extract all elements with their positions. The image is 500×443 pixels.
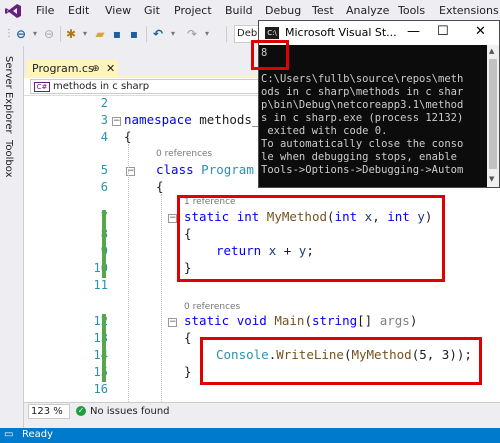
line-number: 10	[93, 261, 108, 275]
code-line-brace: {	[184, 330, 192, 345]
console-output: 8 C:\Users\fullb\source\repos\meth ods i…	[259, 45, 487, 187]
menu-project[interactable]: Project	[174, 4, 212, 17]
console-window[interactable]: C:\ Microsoft Visual St... — ☐ ✕ 8 C:\Us…	[251, 20, 500, 188]
line-number: 8	[60, 227, 108, 241]
maximize-button[interactable]: ☐	[437, 24, 449, 39]
menu-git[interactable]: Git	[144, 4, 160, 17]
change-indicator	[102, 314, 106, 382]
toolbar-grip-icon: ⋮	[4, 28, 14, 39]
minimize-button[interactable]: —	[407, 24, 420, 39]
menu-file[interactable]: File	[36, 4, 54, 17]
code-line-brace: {	[124, 129, 132, 144]
toolbar-separator	[226, 26, 227, 42]
line-number: 4	[100, 130, 108, 144]
line-number: 12	[93, 314, 108, 328]
console-output-text: C:\Users\fullb\source\repos\meth ods in …	[261, 73, 464, 176]
console-title: Microsoft Visual St...	[285, 26, 397, 39]
toolbar-separator	[60, 26, 61, 42]
check-circle-icon: ✓	[76, 406, 86, 416]
new-item-dropdown-icon[interactable]: ▾	[80, 26, 90, 42]
tab-program-cs[interactable]: Program.cs ⊕ ✕	[26, 60, 118, 78]
highlight-box-output	[251, 40, 289, 70]
collapse-icon[interactable]: −	[168, 318, 177, 327]
toolbar-separator	[146, 26, 147, 42]
collapse-icon[interactable]: −	[168, 214, 177, 223]
tab-label: Program.cs	[32, 62, 94, 75]
line-number: 2	[100, 96, 108, 110]
change-indicator	[102, 210, 106, 278]
close-window-button[interactable]: ✕	[475, 24, 486, 39]
menu-tools[interactable]: Tools	[398, 4, 425, 17]
close-tab-icon[interactable]: ✕	[106, 60, 115, 78]
save-icon[interactable]: ▪	[110, 26, 124, 42]
scroll-up-icon[interactable]: ▲	[489, 47, 494, 55]
menu-test[interactable]: Test	[312, 4, 334, 17]
line-number: 13	[93, 331, 108, 345]
zoom-dropdown[interactable]: 123 %	[28, 404, 70, 419]
line-number: 15	[93, 365, 108, 379]
menu-bar: File Edit View Git Project Build Debug T…	[0, 0, 500, 22]
status-text: Ready	[22, 429, 54, 440]
csharp-file-icon: C#	[34, 82, 50, 92]
highlight-box-method	[177, 195, 445, 282]
line-number: 5	[100, 163, 108, 177]
console-scrollbar[interactable]: ▲ ▼	[487, 45, 499, 187]
back-dropdown-icon[interactable]: ▾	[30, 26, 40, 42]
line-number: 9	[60, 244, 108, 258]
side-tool-strip: Server Explorer Toolbox	[0, 46, 24, 428]
menu-view[interactable]: View	[105, 4, 131, 17]
status-bar: ▭ Ready	[0, 428, 500, 443]
scrollbar-thumb[interactable]	[489, 59, 497, 169]
undo-icon[interactable]: ↶	[150, 26, 166, 42]
visual-studio-logo-icon[interactable]	[4, 3, 22, 19]
indent-guide	[161, 194, 162, 402]
save-all-icon[interactable]: ▪	[126, 26, 142, 42]
collapse-icon[interactable]: −	[112, 117, 121, 126]
server-explorer-tab[interactable]: Server Explorer	[3, 56, 14, 134]
code-line-brace: {	[156, 179, 164, 194]
line-number: 3	[100, 113, 108, 127]
line-number: 14	[93, 348, 108, 362]
line-number: 7	[60, 210, 108, 224]
issues-status[interactable]: No issues found	[90, 406, 170, 417]
highlight-box-call	[200, 337, 482, 385]
output-icon: ▭	[4, 429, 14, 440]
menu-edit[interactable]: Edit	[68, 4, 89, 17]
line-number: 6	[100, 180, 108, 194]
scroll-down-icon[interactable]: ▼	[489, 175, 494, 183]
new-item-icon[interactable]: ✱	[64, 26, 78, 42]
menu-build[interactable]: Build	[225, 4, 253, 17]
project-scope-label: methods in c sharp	[53, 81, 150, 92]
indent-guide	[128, 144, 129, 402]
menu-analyze[interactable]: Analyze	[346, 4, 389, 17]
toolbox-tab[interactable]: Toolbox	[3, 140, 14, 178]
redo-dropdown-icon[interactable]: ▾	[202, 26, 212, 42]
code-line-brace: }	[184, 364, 192, 379]
console-title-bar[interactable]: C:\ Microsoft Visual St... — ☐ ✕	[259, 21, 499, 45]
redo-icon[interactable]: ↷	[184, 26, 200, 42]
console-app-icon: C:\	[265, 27, 279, 39]
code-line-class: class Program	[156, 162, 254, 177]
code-line-main-signature: static void Main(string[] args)	[184, 313, 418, 328]
pin-icon[interactable]: ⊕	[92, 60, 100, 78]
line-number: 16	[93, 382, 108, 396]
project-scope-dropdown[interactable]: C# methods in c sharp	[30, 79, 262, 94]
menu-extensions[interactable]: Extensions	[439, 4, 499, 17]
line-number: 11	[93, 278, 108, 292]
forward-icon[interactable]: ⊖	[42, 26, 56, 42]
codelens-main-references[interactable]: 0 references	[184, 302, 240, 312]
codelens-class-references[interactable]: 0 references	[156, 149, 212, 159]
undo-dropdown-icon[interactable]: ▾	[168, 26, 178, 42]
editor-status-strip: 123 % ✓ No issues found	[24, 402, 500, 420]
menu-debug[interactable]: Debug	[265, 4, 301, 17]
back-icon[interactable]: ⊖	[14, 26, 28, 42]
code-line-namespace: namespace methods_	[124, 112, 260, 127]
open-folder-icon[interactable]: ▰	[92, 26, 108, 42]
